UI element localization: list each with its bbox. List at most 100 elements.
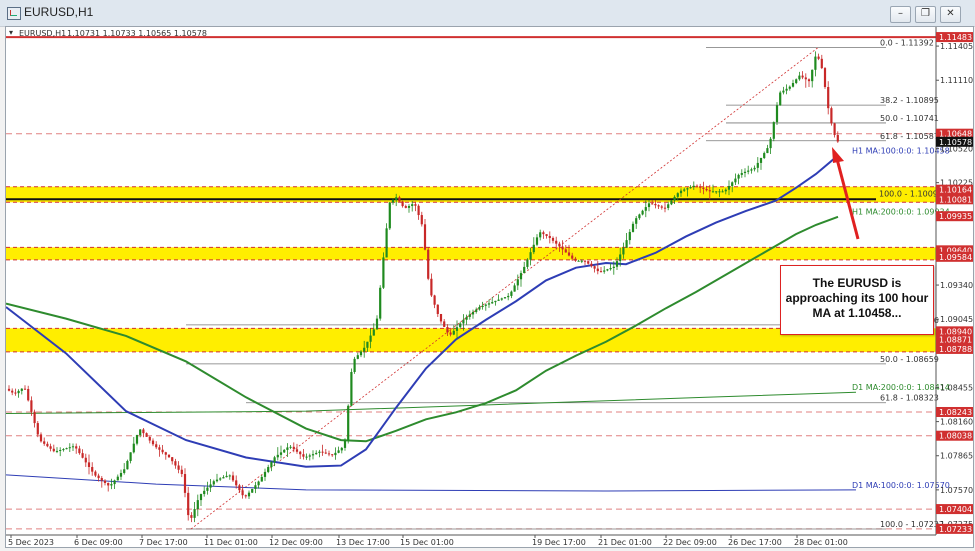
level-label: 38.2 - 1.10895 <box>880 96 939 105</box>
candle-body <box>753 167 756 170</box>
candle-body <box>743 171 747 174</box>
candle-body <box>817 56 820 59</box>
candle-body <box>452 330 455 335</box>
candle-body <box>119 472 123 477</box>
minimize-button[interactable]: – <box>890 6 911 23</box>
chart-symbol-marker: ▾ <box>9 28 13 37</box>
candle-body <box>103 480 107 484</box>
price-tick-label: 1.11405 <box>940 42 973 51</box>
candle-body <box>497 299 500 301</box>
candle-body <box>564 249 567 253</box>
candle-body <box>779 92 782 106</box>
candle-body <box>507 295 510 298</box>
candle-body <box>46 443 49 447</box>
candle-body <box>196 500 199 509</box>
candle-body <box>43 441 46 444</box>
candle-body <box>116 476 119 481</box>
candle-body <box>785 88 788 91</box>
candle-body <box>59 450 62 452</box>
candle-body <box>827 87 830 109</box>
candle-body <box>388 202 391 229</box>
candle-body <box>439 313 443 322</box>
candle-body <box>209 484 212 488</box>
candle-body <box>331 454 334 456</box>
candle-body <box>161 449 164 453</box>
candle-body <box>465 316 468 320</box>
candle-body <box>673 196 676 201</box>
candle-body <box>689 186 692 189</box>
level-label: 100.0 - 1.07232 <box>880 520 944 529</box>
candle-body <box>283 449 286 453</box>
candle-body <box>679 190 683 194</box>
chart-area[interactable]: 0.0 - 1.11392 38.2 - 1.10895 50.0 - 1.1074… <box>5 26 974 548</box>
candle-body <box>55 450 59 452</box>
candle-body <box>148 436 151 441</box>
candle-body <box>279 452 283 455</box>
candle-body <box>315 452 318 455</box>
candle-body <box>539 232 542 238</box>
close-button[interactable]: ✕ <box>940 6 961 23</box>
candle-body <box>302 454 305 457</box>
candle-body <box>167 454 171 458</box>
candle-body <box>251 488 254 493</box>
candle-body <box>305 456 308 458</box>
candle-body <box>366 341 369 348</box>
candle-body <box>385 228 388 258</box>
candle-body <box>647 203 651 208</box>
candle-body <box>807 79 811 82</box>
candle-body <box>535 237 539 245</box>
candle-body <box>545 234 548 236</box>
candle-body <box>417 205 420 216</box>
candle-body <box>788 86 791 89</box>
candle-body <box>126 460 129 470</box>
candle-body <box>52 448 55 452</box>
candle-body <box>398 197 401 202</box>
candle-body <box>353 358 356 372</box>
candle-body <box>84 457 87 463</box>
price-tag-label: 1.08243 <box>939 408 972 417</box>
price-tag-label: 1.09584 <box>939 253 972 262</box>
candle-body <box>772 122 775 139</box>
candle-body <box>724 189 727 192</box>
candle-body <box>747 170 750 172</box>
time-tick-label: 13 Dec 17:00 <box>336 538 390 547</box>
candle-body <box>14 392 17 394</box>
candle-body <box>667 204 670 208</box>
candle-body <box>337 450 340 453</box>
candle-body <box>628 231 631 241</box>
candle-body <box>340 447 343 451</box>
candle-body <box>110 484 113 486</box>
candle-body <box>542 232 545 235</box>
candle-body <box>750 169 753 171</box>
candle-body <box>558 243 561 247</box>
candle-body <box>455 327 459 331</box>
candle-body <box>814 56 817 70</box>
restore-button[interactable]: ❐ <box>915 6 936 23</box>
candle-body <box>727 185 731 190</box>
candle-body <box>836 135 839 142</box>
candle-body <box>369 335 372 342</box>
candle-body <box>721 191 724 193</box>
level-label: H1 MA:200:0:0: 1.09934 <box>852 207 950 216</box>
candle-body <box>641 210 644 215</box>
price-tick-label: 1.09340 <box>940 281 973 290</box>
candle-body <box>347 405 350 440</box>
candle-body <box>235 480 238 486</box>
candle-body <box>705 189 708 191</box>
candle-body <box>254 485 257 489</box>
candle-body <box>372 329 375 336</box>
candle-body <box>663 207 667 209</box>
candle-body <box>212 481 215 485</box>
candle-body <box>407 206 411 208</box>
candle-body <box>327 453 331 455</box>
candle-body <box>731 182 734 186</box>
candle-body <box>145 433 148 437</box>
candle-body <box>270 462 273 468</box>
candle-body <box>241 490 244 496</box>
candle-body <box>433 295 436 305</box>
candle-body <box>692 185 695 187</box>
candle-body <box>519 273 523 280</box>
candle-body <box>555 240 558 244</box>
window-titlebar[interactable]: EURUSD,H1 – ❐ ✕ <box>0 0 975 27</box>
candle-body <box>823 68 827 88</box>
